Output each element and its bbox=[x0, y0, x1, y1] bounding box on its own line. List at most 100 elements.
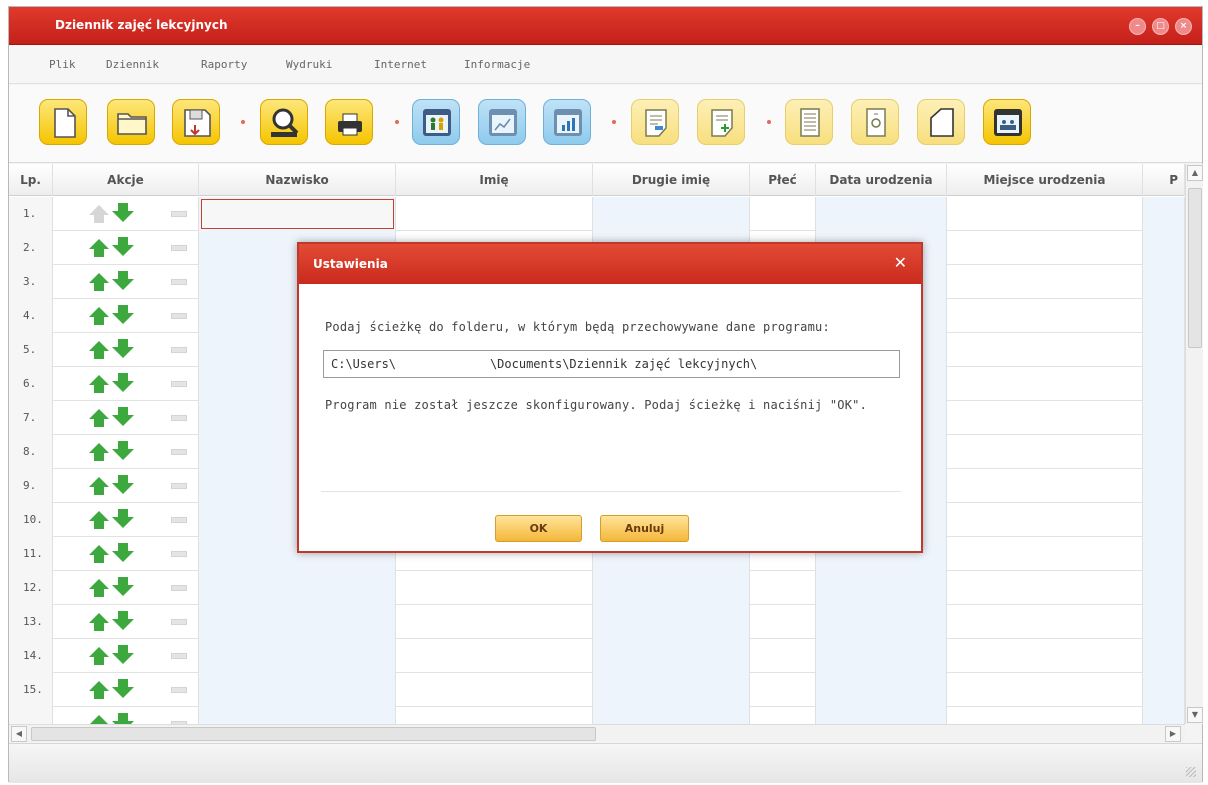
move-down-icon[interactable] bbox=[118, 441, 128, 449]
data-folder-path-input[interactable]: C:\Users\ \Documents\Dziennik zajęć lekc… bbox=[323, 350, 900, 378]
table-cell[interactable] bbox=[947, 333, 1143, 367]
move-down-icon[interactable] bbox=[112, 449, 134, 460]
move-down-icon[interactable] bbox=[118, 509, 128, 517]
table-cell[interactable] bbox=[1143, 265, 1185, 299]
table-cell[interactable] bbox=[947, 503, 1143, 537]
delete-row-icon[interactable] bbox=[171, 619, 187, 625]
delete-row-icon[interactable] bbox=[171, 653, 187, 659]
move-down-icon[interactable] bbox=[112, 279, 134, 290]
move-down-icon[interactable] bbox=[118, 475, 128, 483]
move-up-icon[interactable] bbox=[94, 283, 104, 291]
move-up-icon[interactable] bbox=[89, 647, 109, 657]
table-cell[interactable] bbox=[947, 605, 1143, 639]
title-bar[interactable]: Dziennik zajęć lekcyjnych – □ × bbox=[9, 7, 1202, 45]
table-cell[interactable] bbox=[1143, 333, 1185, 367]
move-up-icon[interactable] bbox=[94, 555, 104, 563]
menu-internet[interactable]: Internet bbox=[374, 58, 427, 71]
move-up-icon[interactable] bbox=[94, 351, 104, 359]
table-cell[interactable] bbox=[816, 639, 947, 673]
col-header-miejsce-urodzenia[interactable]: Miejsce urodzenia bbox=[947, 164, 1143, 196]
move-down-icon[interactable] bbox=[118, 713, 128, 721]
table-row[interactable]: 1. bbox=[9, 197, 1185, 231]
move-up-icon[interactable] bbox=[89, 409, 109, 419]
table-cell[interactable] bbox=[1143, 367, 1185, 401]
minimize-button[interactable]: – bbox=[1129, 18, 1146, 35]
move-up-icon[interactable] bbox=[89, 341, 109, 351]
table-cell[interactable] bbox=[396, 639, 593, 673]
table-cell[interactable] bbox=[199, 197, 396, 231]
move-down-icon[interactable] bbox=[112, 245, 134, 256]
delete-row-icon[interactable] bbox=[171, 687, 187, 693]
menu-plik[interactable]: Plik bbox=[49, 58, 76, 71]
table-row[interactable]: 15. bbox=[9, 673, 1185, 707]
table-cell[interactable] bbox=[1143, 537, 1185, 571]
delete-row-icon[interactable] bbox=[171, 449, 187, 455]
maximize-button[interactable]: □ bbox=[1152, 18, 1169, 35]
table-cell[interactable] bbox=[199, 605, 396, 639]
note-button[interactable] bbox=[631, 99, 679, 145]
move-down-icon[interactable] bbox=[118, 679, 128, 687]
table-cell[interactable] bbox=[1143, 401, 1185, 435]
resize-grip-icon[interactable] bbox=[1186, 767, 1196, 777]
table-cell[interactable] bbox=[396, 605, 593, 639]
move-down-icon[interactable] bbox=[118, 339, 128, 347]
table-cell[interactable] bbox=[1143, 605, 1185, 639]
table-cell[interactable] bbox=[199, 571, 396, 605]
delete-row-icon[interactable] bbox=[171, 585, 187, 591]
vertical-scrollbar[interactable]: ▲ ▼ bbox=[1185, 164, 1203, 724]
scroll-right-icon[interactable]: ▶ bbox=[1165, 726, 1181, 742]
table-cell[interactable] bbox=[947, 537, 1143, 571]
move-up-icon[interactable] bbox=[89, 307, 109, 317]
print-button[interactable] bbox=[325, 99, 373, 145]
table-cell[interactable] bbox=[1143, 231, 1185, 265]
vertical-scroll-thumb[interactable] bbox=[1188, 188, 1202, 348]
move-up-icon[interactable] bbox=[94, 419, 104, 427]
move-down-icon[interactable] bbox=[112, 381, 134, 392]
move-down-icon[interactable] bbox=[112, 653, 134, 664]
table-cell[interactable] bbox=[947, 571, 1143, 605]
delete-row-icon[interactable] bbox=[171, 313, 187, 319]
close-button[interactable]: × bbox=[1175, 18, 1192, 35]
move-up-icon[interactable] bbox=[89, 477, 109, 487]
col-header-nazwisko[interactable]: Nazwisko bbox=[199, 164, 396, 196]
table-cell[interactable] bbox=[199, 673, 396, 707]
move-down-icon[interactable] bbox=[118, 611, 128, 619]
move-up-icon[interactable] bbox=[89, 511, 109, 521]
move-down-icon[interactable] bbox=[118, 237, 128, 245]
move-down-icon[interactable] bbox=[112, 313, 134, 324]
table-cell[interactable] bbox=[199, 639, 396, 673]
table-cell[interactable] bbox=[816, 605, 947, 639]
move-down-icon[interactable] bbox=[118, 577, 128, 585]
table-row[interactable] bbox=[9, 707, 1185, 724]
move-up-icon[interactable] bbox=[89, 715, 109, 724]
students-button[interactable] bbox=[412, 99, 460, 145]
ok-button[interactable]: OK bbox=[495, 515, 582, 542]
table-cell[interactable] bbox=[1143, 707, 1185, 724]
table-cell[interactable] bbox=[593, 605, 750, 639]
scroll-up-icon[interactable]: ▲ bbox=[1187, 165, 1203, 181]
table-cell[interactable] bbox=[593, 571, 750, 605]
table-cell[interactable] bbox=[1143, 571, 1185, 605]
move-up-icon[interactable] bbox=[89, 681, 109, 691]
menu-informacje[interactable]: Informacje bbox=[464, 58, 530, 71]
move-down-icon[interactable] bbox=[118, 407, 128, 415]
table-cell[interactable] bbox=[750, 571, 816, 605]
move-up-icon[interactable] bbox=[89, 205, 109, 215]
table-row[interactable]: 12. bbox=[9, 571, 1185, 605]
move-down-icon[interactable] bbox=[118, 271, 128, 279]
delete-row-icon[interactable] bbox=[171, 211, 187, 217]
scroll-down-icon[interactable]: ▼ bbox=[1187, 707, 1203, 723]
table-cell[interactable] bbox=[947, 265, 1143, 299]
table-cell[interactable] bbox=[947, 197, 1143, 231]
save-button[interactable] bbox=[172, 99, 220, 145]
table-cell[interactable] bbox=[947, 401, 1143, 435]
move-up-icon[interactable] bbox=[94, 623, 104, 631]
open-folder-button[interactable] bbox=[107, 99, 155, 145]
menu-dziennik[interactable]: Dziennik bbox=[106, 58, 159, 71]
table-cell[interactable] bbox=[947, 231, 1143, 265]
move-down-icon[interactable] bbox=[118, 373, 128, 381]
table-cell[interactable] bbox=[947, 435, 1143, 469]
move-up-icon[interactable] bbox=[94, 657, 104, 665]
move-down-icon[interactable] bbox=[118, 645, 128, 653]
table-cell[interactable] bbox=[1143, 469, 1185, 503]
